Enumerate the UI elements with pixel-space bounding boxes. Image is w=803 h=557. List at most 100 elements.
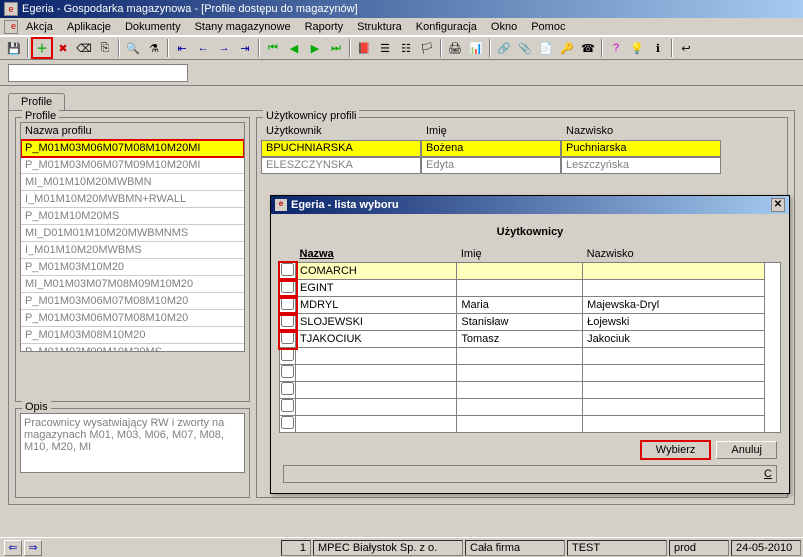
close-icon[interactable]: ✕	[771, 198, 785, 212]
profile-row[interactable]: P_M01M03M06M07M09M10M20MI	[21, 157, 244, 174]
user-row[interactable]: BPUCHNIARSKABożenaPuchniarska	[261, 140, 783, 157]
row-checkbox[interactable]	[281, 314, 294, 327]
book-icon[interactable]: 📕	[354, 38, 374, 58]
profile-row[interactable]: I_M01M10M20MWBMS	[21, 242, 244, 259]
opis-fieldset: Opis Pracownicy wysatwiający RW i zworty…	[15, 408, 250, 498]
profile-row[interactable]: P_M01M03M08M10M20	[21, 327, 244, 344]
nav-next-icon[interactable]: ▶	[305, 38, 325, 58]
menu-dokumenty[interactable]: Dokumenty	[119, 21, 187, 33]
nav-forward-icon[interactable]: ⇒	[24, 540, 42, 556]
row-checkbox[interactable]	[281, 297, 294, 310]
dcol-nazwa[interactable]: Nazwa	[296, 246, 457, 263]
dialog-row[interactable]	[280, 365, 781, 382]
link-icon[interactable]: 🔗	[494, 38, 514, 58]
nav-first-icon[interactable]: ⏮	[263, 38, 283, 58]
info-icon[interactable]: ℹ	[648, 38, 668, 58]
profile-row[interactable]: P_M01M03M06M07M08M10M20MI	[21, 140, 244, 157]
profile-row[interactable]: MI_M01M10M20MWBMN	[21, 174, 244, 191]
search-bar	[0, 60, 803, 86]
nav-prev-icon[interactable]: ◀	[284, 38, 304, 58]
col-user: Użytkownik	[261, 122, 421, 140]
search-input[interactable]	[8, 64, 188, 82]
user-row[interactable]: ELESZCZYNSKAEdytaLeszczyńska	[261, 157, 783, 174]
menu-struktura[interactable]: Struktura	[351, 21, 408, 33]
delete-icon[interactable]: ✖	[53, 38, 73, 58]
row-checkbox[interactable]	[281, 331, 294, 344]
first-icon[interactable]: ⇤	[172, 38, 192, 58]
dcol-nazwisko[interactable]: Nazwisko	[583, 246, 765, 263]
menu-aplikacje[interactable]: Aplikacje	[61, 21, 117, 33]
attach-icon[interactable]: 📎	[515, 38, 535, 58]
cancel-button[interactable]: Anuluj	[716, 441, 777, 459]
window-title: Egeria - Gospodarka magazynowa - [Profil…	[22, 3, 358, 15]
nav-back-icon[interactable]: ⇐	[4, 540, 22, 556]
dialog-row[interactable]: TJAKOCIUKTomaszJakociuk	[280, 331, 781, 348]
status-date: 24-05-2010	[731, 540, 801, 556]
tab-profile[interactable]: Profile	[8, 93, 65, 110]
dialog-row[interactable]: EGINT	[280, 280, 781, 297]
status-org: MPEC Białystok Sp. z o.	[313, 540, 463, 556]
profile-row[interactable]: P_M01M03M09M10M20MS	[21, 344, 244, 352]
filter-icon[interactable]: ⚗	[144, 38, 164, 58]
row-checkbox[interactable]	[281, 280, 294, 293]
profile-list[interactable]: Nazwa profilu P_M01M03M06M07M08M10M20MIP…	[20, 122, 245, 352]
scrollbar[interactable]	[765, 263, 781, 433]
dialog-heading: Użytkownicy	[279, 222, 781, 246]
last-icon[interactable]: ⇥	[235, 38, 255, 58]
dialog-row[interactable]	[280, 416, 781, 433]
dialog-row[interactable]: MDRYLMariaMajewska-Dryl	[280, 297, 781, 314]
prev-icon[interactable]: ←	[193, 38, 213, 58]
menu-raporty[interactable]: Raporty	[299, 21, 350, 33]
tip-icon[interactable]: 💡	[627, 38, 647, 58]
row-checkbox[interactable]	[281, 348, 294, 361]
copy-icon[interactable]: ⎘	[95, 38, 115, 58]
profile-row[interactable]: P_M01M03M06M07M08M10M20	[21, 310, 244, 327]
menu-akcja[interactable]: Akcja	[20, 21, 59, 33]
doc-icon[interactable]: 📄	[536, 38, 556, 58]
profile-row[interactable]: I_M01M10M20MWBMN+RWALL	[21, 191, 244, 208]
profile-row[interactable]: MI_D01M01M10M20MWBMNMS	[21, 225, 244, 242]
dcol-imie[interactable]: Imię	[457, 246, 583, 263]
status-firm: Cała firma	[465, 540, 565, 556]
save-icon[interactable]: 💾	[4, 38, 24, 58]
dialog-title: Egeria - lista wyboru	[291, 199, 399, 211]
list2-icon[interactable]: ☷	[396, 38, 416, 58]
row-checkbox[interactable]	[281, 382, 294, 395]
profile-legend: Profile	[22, 110, 59, 122]
dialog-row[interactable]	[280, 348, 781, 365]
profile-row[interactable]: P_M01M03M06M07M08M10M20	[21, 293, 244, 310]
menu-pomoc[interactable]: Pomoc	[525, 21, 571, 33]
help-icon[interactable]: ?	[606, 38, 626, 58]
row-checkbox[interactable]	[281, 365, 294, 378]
next-icon[interactable]: →	[214, 38, 234, 58]
select-button[interactable]: Wybierz	[641, 441, 711, 459]
profile-row[interactable]: P_M01M10M20MS	[21, 208, 244, 225]
add-icon[interactable]: ＋	[32, 38, 52, 58]
dialog-statusline: C	[283, 465, 777, 483]
chart-icon[interactable]: 📊	[466, 38, 486, 58]
dialog-row[interactable]: SLOJEWSKIStanisławŁojewski	[280, 314, 781, 331]
menu-konfiguracja[interactable]: Konfiguracja	[410, 21, 483, 33]
dialog-row[interactable]	[280, 382, 781, 399]
row-checkbox[interactable]	[281, 416, 294, 429]
row-checkbox[interactable]	[281, 399, 294, 412]
dialog-row[interactable]	[280, 399, 781, 416]
nav-last-icon[interactable]: ⏭	[326, 38, 346, 58]
profile-row[interactable]: MI_M01M03M07M08M09M10M20	[21, 276, 244, 293]
print-icon[interactable]: 🖨	[445, 38, 465, 58]
menu-okno[interactable]: Okno	[485, 21, 523, 33]
opis-legend: Opis	[22, 401, 51, 413]
dialog-icon: e	[275, 199, 287, 211]
search-icon[interactable]: 🔍	[123, 38, 143, 58]
phone-icon[interactable]: ☎	[578, 38, 598, 58]
exit-icon[interactable]: ↩	[676, 38, 696, 58]
status-record: 1	[281, 540, 311, 556]
key-icon[interactable]: 🔑	[557, 38, 577, 58]
dialog-row[interactable]: COMARCH	[280, 263, 781, 280]
row-checkbox[interactable]	[281, 263, 294, 276]
flag-icon[interactable]: 🏳	[417, 38, 437, 58]
list1-icon[interactable]: ☰	[375, 38, 395, 58]
clear-icon[interactable]: ⌫	[74, 38, 94, 58]
profile-row[interactable]: P_M01M03M10M20	[21, 259, 244, 276]
menu-stany[interactable]: Stany magazynowe	[189, 21, 297, 33]
